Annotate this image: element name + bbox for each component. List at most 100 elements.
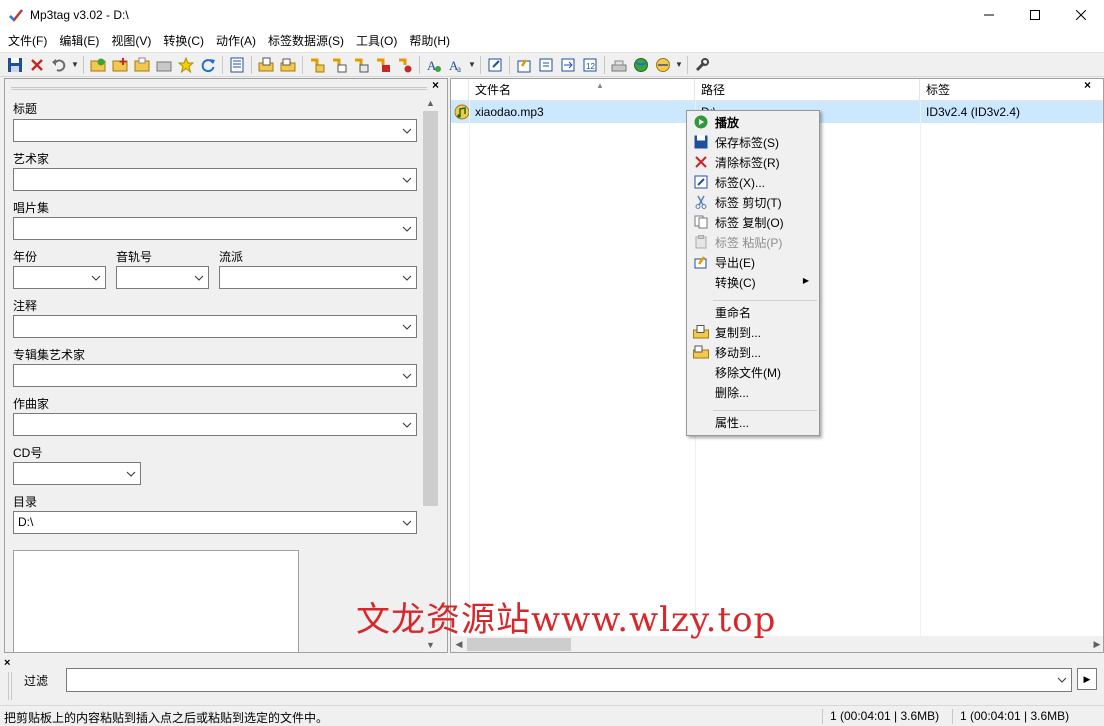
chevron-down-icon [401, 414, 413, 435]
panel-grip [11, 87, 427, 90]
text-file-to-tag-toolbar-button[interactable] [350, 54, 372, 76]
menu-convert[interactable]: 转换(C) [157, 31, 210, 51]
cover-art-box[interactable] [13, 550, 299, 652]
column-header-filename[interactable]: 文件名 ▲ [469, 79, 695, 101]
save-toolbar-button[interactable] [4, 54, 26, 76]
close-window-button[interactable] [1058, 0, 1104, 30]
globe-icon [634, 57, 648, 72]
playlist-toolbar-button[interactable] [153, 54, 175, 76]
filename-to-tag-toolbar-button[interactable] [328, 54, 350, 76]
menu-item-copy-to[interactable]: 复制到... [689, 322, 817, 342]
album-combo[interactable] [13, 217, 417, 240]
quick-actions-dropdown-icon[interactable]: ▼ [467, 54, 477, 76]
disc-combo[interactable] [13, 462, 141, 485]
menu-tools[interactable]: 工具(O) [350, 31, 403, 51]
mp3tag-app-icon [8, 7, 24, 23]
directory-combo[interactable]: D:\ [13, 511, 417, 534]
freedb-toolbar-button[interactable] [608, 54, 630, 76]
column-path-label: 路径 [701, 83, 726, 97]
tag-to-filename-toolbar-button[interactable] [306, 54, 328, 76]
track-combo[interactable] [116, 266, 209, 289]
menu-tag-sources[interactable]: 标签数据源(S) [262, 31, 350, 51]
menu-item-extended-tags[interactable]: 标签(X)... [689, 172, 817, 192]
add-directory-toolbar-button[interactable] [109, 54, 131, 76]
artist-combo[interactable] [13, 168, 417, 191]
tag-sources-dropdown-icon[interactable]: ▼ [674, 54, 684, 76]
tag-sources-toolbar-button[interactable] [652, 54, 674, 76]
actions-toolbar-button[interactable]: A [423, 54, 445, 76]
favorites-toolbar-button[interactable] [175, 54, 197, 76]
menu-item-remove-file[interactable]: 移除文件(M) [689, 362, 817, 382]
status-hint: 把剪贴板上的内容粘贴到插入点之后或粘贴到选定的文件中。 [4, 711, 329, 725]
scrollbar-thumb[interactable] [423, 111, 438, 506]
remove-tag-toolbar-button[interactable] [26, 54, 48, 76]
menu-item-export[interactable]: 导出(E) [689, 252, 817, 272]
filter-input[interactable] [66, 668, 1072, 692]
convert-text-icon [355, 58, 369, 72]
scroll-up-icon[interactable]: ▲ [422, 95, 439, 111]
chevron-down-icon [193, 267, 205, 288]
list-icon [230, 57, 244, 72]
numbering-toolbar-button[interactable]: 12 [579, 54, 601, 76]
menu-help[interactable]: 帮助(H) [403, 31, 456, 51]
menu-item-paste-tag: 标签 粘贴(P) [689, 232, 817, 252]
undo-toolbar-button[interactable] [48, 54, 70, 76]
folder-add-icon [112, 57, 128, 71]
menu-item-remove-tag[interactable]: 清除标签(R) [689, 152, 817, 172]
column-header-path[interactable]: 路径 [695, 79, 920, 101]
chevron-down-icon [401, 316, 413, 337]
menu-item-delete[interactable]: 删除... [689, 382, 817, 402]
genre-combo[interactable] [219, 266, 417, 289]
undo-dropdown-icon[interactable]: ▼ [70, 54, 80, 76]
copy-to-toolbar-button[interactable] [255, 54, 277, 76]
year-label: 年份 [13, 250, 38, 264]
menu-actions[interactable]: 动作(A) [210, 31, 262, 51]
change-directory-toolbar-button[interactable] [87, 54, 109, 76]
menu-item-cut-tag[interactable]: 标签 剪切(T) [689, 192, 817, 212]
playlist-export-toolbar-button[interactable] [535, 54, 557, 76]
menu-separator [713, 410, 817, 411]
menu-item-label: 标签(X)... [715, 175, 765, 190]
comment-combo[interactable] [13, 315, 417, 338]
document-arrow-icon [561, 58, 575, 71]
folder-move-icon [691, 342, 711, 362]
filter-bar: × 过滤 ▶ [0, 656, 1104, 704]
year-combo[interactable] [13, 266, 106, 289]
extended-tags-toolbar-button[interactable] [484, 54, 506, 76]
export-toolbar-button[interactable] [513, 54, 535, 76]
tag-panel-scrollbar[interactable]: ▲ ▼ [422, 95, 439, 652]
web-source-toolbar-button[interactable] [630, 54, 652, 76]
favorite-folder-toolbar-button[interactable] [131, 54, 153, 76]
composer-combo[interactable] [13, 413, 417, 436]
file-list-close-button[interactable]: × [1084, 79, 1091, 91]
menu-item-rename[interactable]: 重命名 [689, 302, 817, 322]
filter-close-button[interactable]: × [4, 657, 10, 669]
column-header-tag[interactable]: 标签 [920, 79, 1103, 101]
tag-to-tag-toolbar-button[interactable] [372, 54, 394, 76]
minimize-button[interactable] [966, 0, 1012, 30]
menu-view[interactable]: 视图(V) [105, 31, 157, 51]
quick-actions-toolbar-button[interactable]: Aa [445, 54, 467, 76]
album-artist-combo[interactable] [13, 364, 417, 387]
menu-edit[interactable]: 编辑(E) [53, 31, 105, 51]
menu-item-move-to[interactable]: 移动到... [689, 342, 817, 362]
refresh-toolbar-button[interactable] [197, 54, 219, 76]
menu-item-copy-tag[interactable]: 标签 复制(O) [689, 212, 817, 232]
row-tag: ID3v2.4 (ID3v2.4) [926, 105, 1021, 119]
options-toolbar-button[interactable] [691, 54, 713, 76]
text-export-toolbar-button[interactable] [557, 54, 579, 76]
menu-item-play[interactable]: 播放 [689, 112, 817, 132]
title-combo[interactable] [13, 119, 417, 142]
tag-panel-close-button[interactable]: × [432, 79, 439, 91]
maximize-button[interactable] [1012, 0, 1058, 30]
chevron-down-icon [401, 267, 413, 288]
autonumber-toolbar-button[interactable] [394, 54, 416, 76]
menu-item-properties[interactable]: 属性... [689, 412, 817, 432]
menu-file[interactable]: 文件(F) [2, 31, 53, 51]
menu-item-convert[interactable]: 转换(C) ▶ [689, 272, 817, 292]
list-toolbar-button[interactable] [226, 54, 248, 76]
filter-go-button[interactable]: ▶ [1077, 668, 1097, 690]
scroll-right-icon[interactable]: ▶ [1089, 636, 1103, 652]
move-to-toolbar-button[interactable] [277, 54, 299, 76]
menu-item-save-tag[interactable]: 保存标签(S) [689, 132, 817, 152]
